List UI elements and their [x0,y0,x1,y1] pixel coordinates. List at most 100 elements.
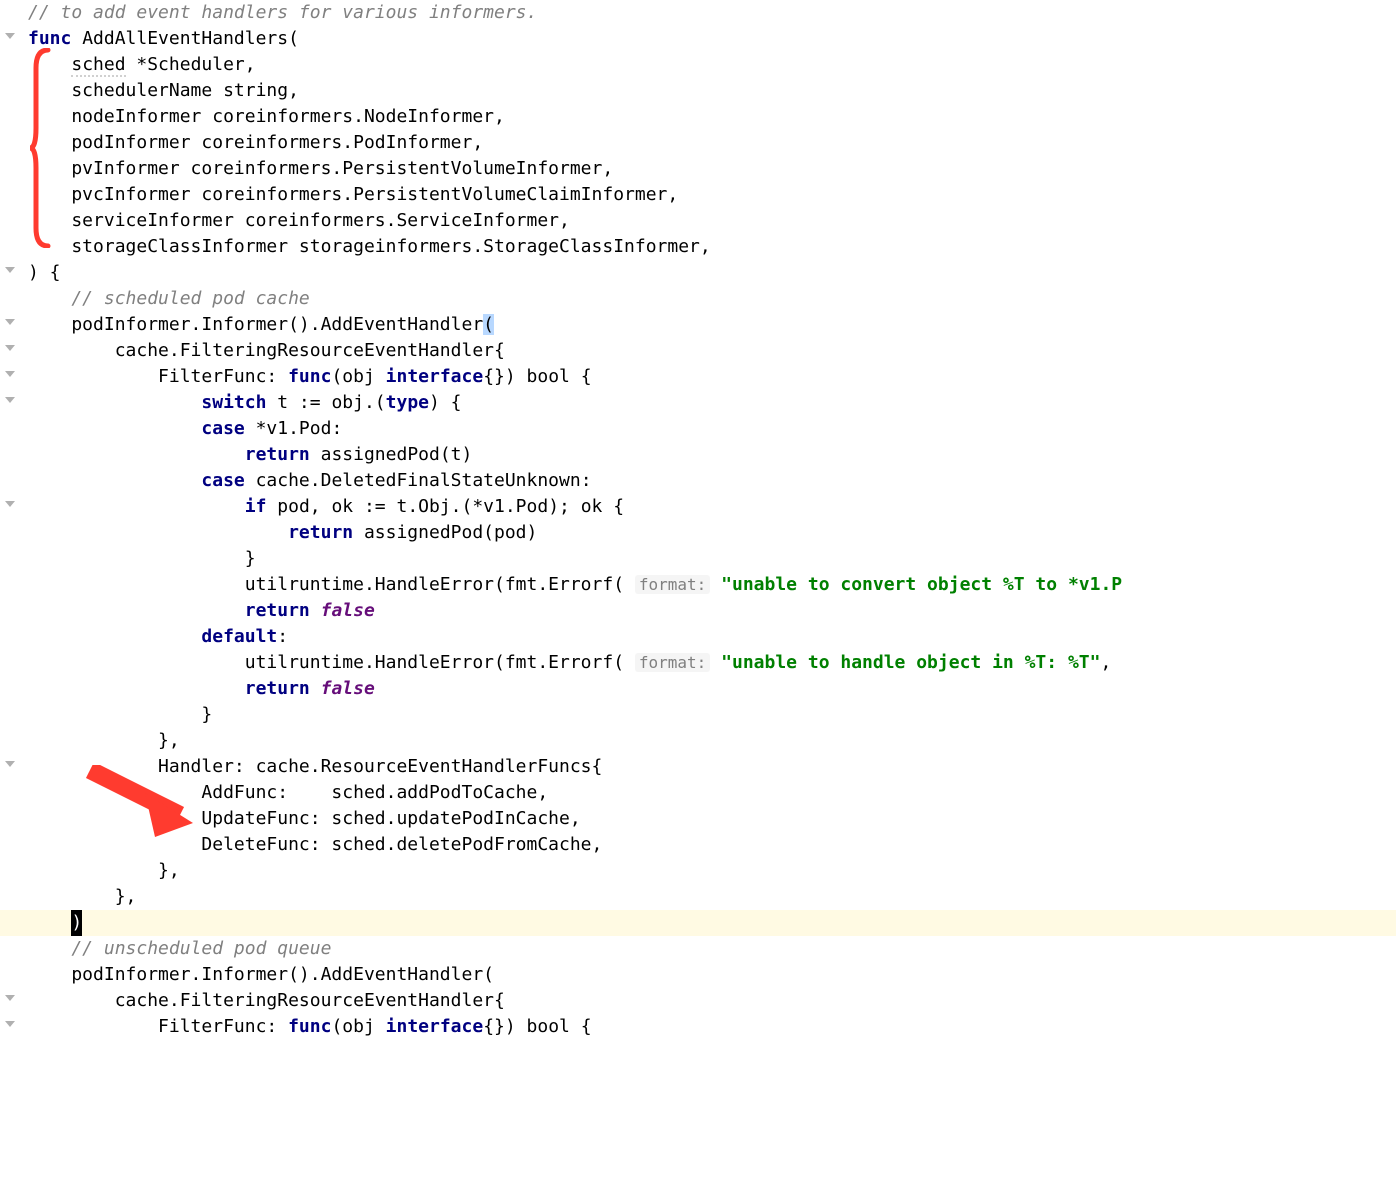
code-line[interactable]: } [28,702,1396,728]
code-text: {}) bool { [483,366,591,387]
code-line[interactable]: default: [28,624,1396,650]
comment-text: // scheduled pod cache [28,288,310,309]
fold-marker[interactable] [4,364,16,376]
code-line[interactable]: utilruntime.HandleError(fmt.Errorf( form… [28,650,1396,676]
code-line[interactable]: utilruntime.HandleError(fmt.Errorf( form… [28,572,1396,598]
code-text: *Scheduler, [126,54,256,75]
keyword-return: return [245,600,310,621]
code-text: *v1.Pod: [245,418,343,439]
code-text: , [1100,652,1111,673]
code-line[interactable]: func AddAllEventHandlers( [28,26,1396,52]
code-line[interactable]: nodeInformer coreinformers.NodeInformer, [28,104,1396,130]
code-line[interactable]: podInformer.Informer().AddEventHandler( [28,312,1396,338]
code-text: cache.FilteringResourceEventHandler{ [28,340,505,361]
code-text: : [277,626,288,647]
code-line[interactable]: // scheduled pod cache [28,286,1396,312]
code-line[interactable]: podInformer.Informer().AddEventHandler( [28,962,1396,988]
code-text [28,418,201,439]
code-text [28,522,288,543]
code-text: ) { [28,262,61,283]
code-text: pvInformer coreinformers.PersistentVolum… [28,158,613,179]
code-text: ) { [429,392,462,413]
code-text: }, [28,730,180,751]
fold-marker[interactable] [4,338,16,350]
fold-marker[interactable] [4,260,16,272]
keyword-func: func [28,28,71,49]
code-text [710,574,721,595]
code-line[interactable]: case *v1.Pod: [28,416,1396,442]
code-text: podInformer.Informer().AddEventHandler( [28,964,494,985]
code-line[interactable]: podInformer coreinformers.PodInformer, [28,130,1396,156]
code-line[interactable]: } [28,546,1396,572]
keyword-interface: interface [386,1016,484,1037]
code-text: (obj [331,1016,385,1037]
string-literal: "unable to convert object %T to *v1.P [721,574,1122,595]
keyword-if: if [245,496,267,517]
code-line[interactable]: schedulerName string, [28,78,1396,104]
string-literal: "unable to handle object in %T: %T" [721,652,1100,673]
code-text [28,626,201,647]
code-line[interactable]: pvcInformer coreinformers.PersistentVolu… [28,182,1396,208]
code-line[interactable]: sched *Scheduler, [28,52,1396,78]
matched-paren: ( [483,314,494,335]
code-line[interactable]: cache.FilteringResourceEventHandler{ [28,988,1396,1014]
code-line[interactable]: cache.FilteringResourceEventHandler{ [28,338,1396,364]
code-line[interactable]: Handler: cache.ResourceEventHandlerFuncs… [28,754,1396,780]
caret-position: ) [71,910,82,936]
annotation-bracket [28,48,52,248]
code-line[interactable]: // unscheduled pod queue [28,936,1396,962]
code-line[interactable]: }, [28,858,1396,884]
gutter [0,0,24,1040]
fold-marker[interactable] [4,390,16,402]
code-text: FilterFunc: [28,1016,288,1037]
keyword-return: return [245,678,310,699]
code-text: podInformer coreinformers.PodInformer, [28,132,483,153]
code-text [28,444,245,465]
code-text: FilterFunc: [28,366,288,387]
code-line[interactable]: }, [28,884,1396,910]
code-text: utilruntime.HandleError(fmt.Errorf( [28,574,635,595]
code-line[interactable]: ) { [28,260,1396,286]
code-line[interactable]: AddFunc: sched.addPodToCache, [28,780,1396,806]
code-text: }, [28,860,180,881]
fold-marker[interactable] [4,754,16,766]
code-line[interactable]: return false [28,598,1396,624]
code-line[interactable]: pvInformer coreinformers.PersistentVolum… [28,156,1396,182]
code-line[interactable]: if pod, ok := t.Obj.(*v1.Pod); ok { [28,494,1396,520]
code-line[interactable]: switch t := obj.(type) { [28,390,1396,416]
code-line[interactable]: }, [28,728,1396,754]
code-text: pod, ok := t.Obj.(*v1.Pod); ok { [266,496,624,517]
code-line[interactable]: serviceInformer coreinformers.ServiceInf… [28,208,1396,234]
code-text: podInformer.Informer().AddEventHandler [28,314,483,335]
keyword-default: default [201,626,277,647]
code-line[interactable]: return false [28,676,1396,702]
keyword-return: return [245,444,310,465]
code-line[interactable]: // to add event handlers for various inf… [28,0,1396,26]
fold-marker[interactable] [4,312,16,324]
code-text: cache.FilteringResourceEventHandler{ [28,990,505,1011]
code-text: } [28,704,212,725]
code-text: assignedPod(pod) [353,522,537,543]
code-editor[interactable]: // to add event handlers for various inf… [0,0,1396,1040]
code-line[interactable]: FilterFunc: func(obj interface{}) bool { [28,1014,1396,1040]
code-line[interactable]: FilterFunc: func(obj interface{}) bool { [28,364,1396,390]
parameter-hint: format: [635,653,710,672]
fold-marker[interactable] [4,1014,16,1026]
code-text: sched [71,54,125,77]
fold-marker[interactable] [4,26,16,38]
code-line[interactable]: ) [28,910,1396,936]
code-line[interactable]: UpdateFunc: sched.updatePodInCache, [28,806,1396,832]
code-line[interactable]: return assignedPod(pod) [28,520,1396,546]
code-line[interactable]: case cache.DeletedFinalStateUnknown: [28,468,1396,494]
fold-marker[interactable] [4,494,16,506]
keyword-false: false [321,600,375,621]
code-text: serviceInformer coreinformers.ServiceInf… [28,210,570,231]
code-line[interactable]: storageClassInformer storageinformers.St… [28,234,1396,260]
code-line[interactable]: DeleteFunc: sched.deletePodFromCache, [28,832,1396,858]
code-line[interactable]: return assignedPod(t) [28,442,1396,468]
keyword-func: func [288,366,331,387]
keyword-type: type [386,392,429,413]
keyword-case: case [201,470,244,491]
fold-marker[interactable] [4,988,16,1000]
code-text: (obj [331,366,385,387]
